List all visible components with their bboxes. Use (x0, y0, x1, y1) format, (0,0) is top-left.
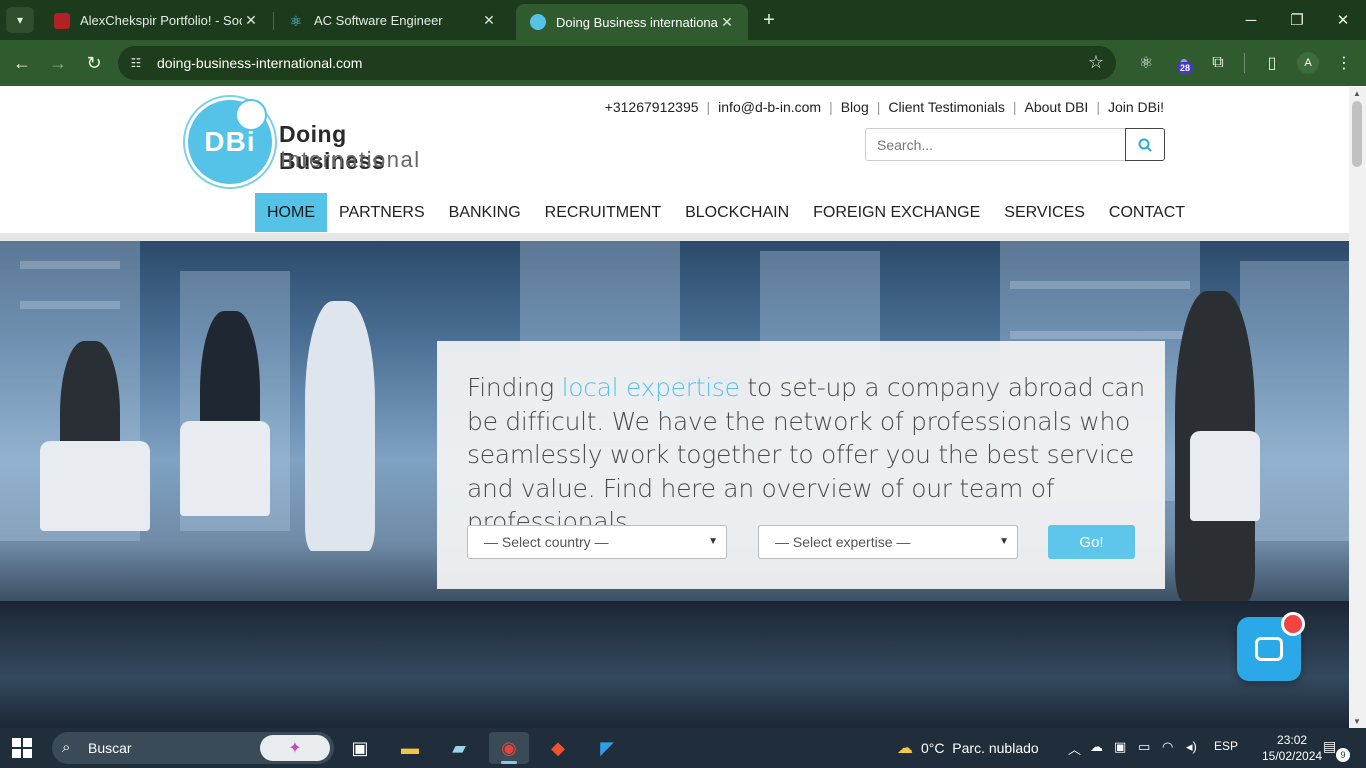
portfolio-favicon-icon (54, 12, 70, 29)
restore-icon[interactable]: ❐ (1274, 0, 1320, 40)
scrollbar-thumb[interactable] (1352, 101, 1362, 167)
partly-cloudy-icon: ☁ (897, 740, 913, 757)
chevron-down-icon: ▼ (999, 536, 1009, 547)
site-logo[interactable]: DBi Doing Business International (185, 97, 455, 189)
highlight-link[interactable]: local expertise (562, 373, 740, 402)
notification-icon[interactable]: ▤ (1323, 738, 1336, 755)
speaker-icon[interactable]: ◂) (1186, 739, 1197, 755)
file-explorer-icon[interactable]: ▬ (390, 732, 430, 764)
star-icon[interactable]: ☆ (1088, 52, 1104, 73)
tune-icon[interactable]: ☷ (128, 55, 144, 71)
language-indicator[interactable]: ESP (1214, 739, 1238, 753)
camera-icon[interactable]: ▣ (1114, 739, 1126, 755)
nav-foreign-exchange[interactable]: FOREIGN EXCHANGE (801, 193, 992, 232)
nav-blockchain[interactable]: BLOCKCHAIN (673, 193, 801, 232)
browser-tab-portfolio[interactable]: AlexChekspir Portfolio! - Social ✕ (40, 5, 272, 36)
wifi-icon[interactable]: ◠ (1162, 739, 1173, 755)
kebab-icon[interactable]: ⋮ (1333, 52, 1355, 74)
testimonials-link[interactable]: Client Testimonials (888, 99, 1004, 115)
nav-partners[interactable]: PARTNERS (327, 193, 437, 232)
chrome-icon[interactable]: ◉ (489, 732, 529, 764)
join-link[interactable]: Join DBi! (1108, 99, 1164, 115)
onedrive-icon[interactable]: ☁ (1090, 739, 1103, 755)
expertise-select[interactable]: — Select expertise — ▼ (758, 525, 1018, 559)
browser-toolbar: ← → ↻ ☷ doing-business-international.com… (0, 40, 1366, 86)
arrow-right-icon[interactable]: → (45, 50, 71, 76)
hero-panel: Finding local expertise to set-up a comp… (437, 341, 1165, 589)
search-icon: ⌕ (62, 739, 71, 756)
search-icon[interactable] (1125, 128, 1165, 161)
search-input[interactable] (865, 128, 1126, 161)
taskbar-clock[interactable]: 23:02 15/02/2024 (1262, 732, 1322, 764)
scroll-up-icon[interactable]: ▲ (1353, 89, 1361, 98)
main-nav: HOME PARTNERS BANKING RECRUITMENT BLOCKC… (255, 193, 1197, 232)
battery-icon[interactable]: ▭ (1138, 739, 1150, 755)
hero-text: Finding local expertise to set-up a comp… (467, 373, 1145, 536)
atom-icon[interactable]: ⚛ (1135, 52, 1157, 74)
email-link[interactable]: info@d-b-in.com (718, 99, 821, 115)
web-page: DBi Doing Business International +312679… (0, 87, 1349, 728)
windows-start-icon[interactable] (12, 738, 32, 758)
extension-badge: 28 (1177, 62, 1194, 74)
nav-banking[interactable]: BANKING (437, 193, 533, 232)
weather-widget[interactable]: ☁ 0°C Parc. nublado (897, 738, 1039, 758)
chevron-down-icon[interactable]: ▾ (6, 7, 34, 33)
nav-home[interactable]: HOME (255, 193, 327, 232)
react-favicon-icon: ⚛ (289, 12, 303, 29)
chat-notification-dot (1281, 612, 1305, 636)
close-icon[interactable]: ✕ (480, 12, 498, 29)
blog-link[interactable]: Blog (841, 99, 869, 115)
nav-recruitment[interactable]: RECRUITMENT (533, 193, 673, 232)
logo-subtitle: International (280, 147, 421, 172)
country-select[interactable]: — Select country — ▼ (467, 525, 727, 559)
chevron-up-icon[interactable]: ︿ (1068, 739, 1081, 758)
browser-tab-ac-software[interactable]: ⚛ AC Software Engineer ✕ (274, 5, 510, 36)
copilot-icon[interactable]: ✦ (260, 735, 330, 761)
plus-icon[interactable]: + (758, 9, 780, 31)
toolbar-divider (1244, 53, 1245, 73)
go-button[interactable]: Go! (1048, 525, 1135, 559)
taskbar-search[interactable]: ⌕ Buscar ✦ (52, 732, 334, 764)
chevron-down-icon: ▼ (708, 536, 718, 547)
nav-divider (0, 233, 1349, 241)
nav-contact[interactable]: CONTACT (1097, 193, 1197, 232)
arrow-left-icon[interactable]: ← (9, 50, 35, 76)
browser-tab-strip: ▾ AlexChekspir Portfolio! - Social ✕ ⚛ A… (0, 0, 1366, 40)
profile-avatar[interactable]: A (1297, 52, 1319, 74)
globe-icon (235, 99, 267, 131)
puzzle-icon[interactable]: ⧉ (1207, 52, 1229, 74)
notes-app-icon[interactable]: ▰ (439, 732, 479, 764)
window-close-icon[interactable]: ✕ (1320, 0, 1366, 40)
scroll-down-icon[interactable]: ▼ (1353, 717, 1361, 726)
browser-tab-dbi[interactable]: Doing Business international - D ✕ (516, 4, 748, 40)
windows-taskbar: ⌕ Buscar ✦ ▣ ▬ ▰ ◉ ◆ ◤ ☁ 0°C Parc. nubla… (0, 728, 1366, 768)
dbi-favicon-icon (530, 14, 546, 30)
about-link[interactable]: About DBI (1025, 99, 1089, 115)
nav-services[interactable]: SERVICES (992, 193, 1097, 232)
close-icon[interactable]: ✕ (718, 14, 736, 31)
vscode-icon[interactable]: ◤ (587, 732, 627, 764)
reload-icon[interactable]: ↻ (81, 50, 107, 76)
phone-link[interactable]: +31267912395 (605, 99, 699, 115)
close-icon[interactable]: ✕ (242, 12, 260, 29)
page-scrollbar[interactable]: ▲ ▼ (1349, 87, 1366, 728)
notification-count: 9 (1336, 748, 1350, 762)
task-view-icon[interactable]: ▣ (340, 732, 380, 764)
address-bar[interactable]: ☷ doing-business-international.com ☆ (118, 46, 1116, 80)
git-icon[interactable]: ◆ (538, 732, 578, 764)
chat-icon (1255, 637, 1283, 661)
minimize-icon[interactable]: ─ (1228, 0, 1274, 40)
side-panel-icon[interactable]: ▯ (1261, 52, 1283, 74)
url-text[interactable]: doing-business-international.com (157, 55, 362, 71)
top-links: +31267912395 | info@d-b-in.com | Blog | … (604, 99, 1164, 115)
